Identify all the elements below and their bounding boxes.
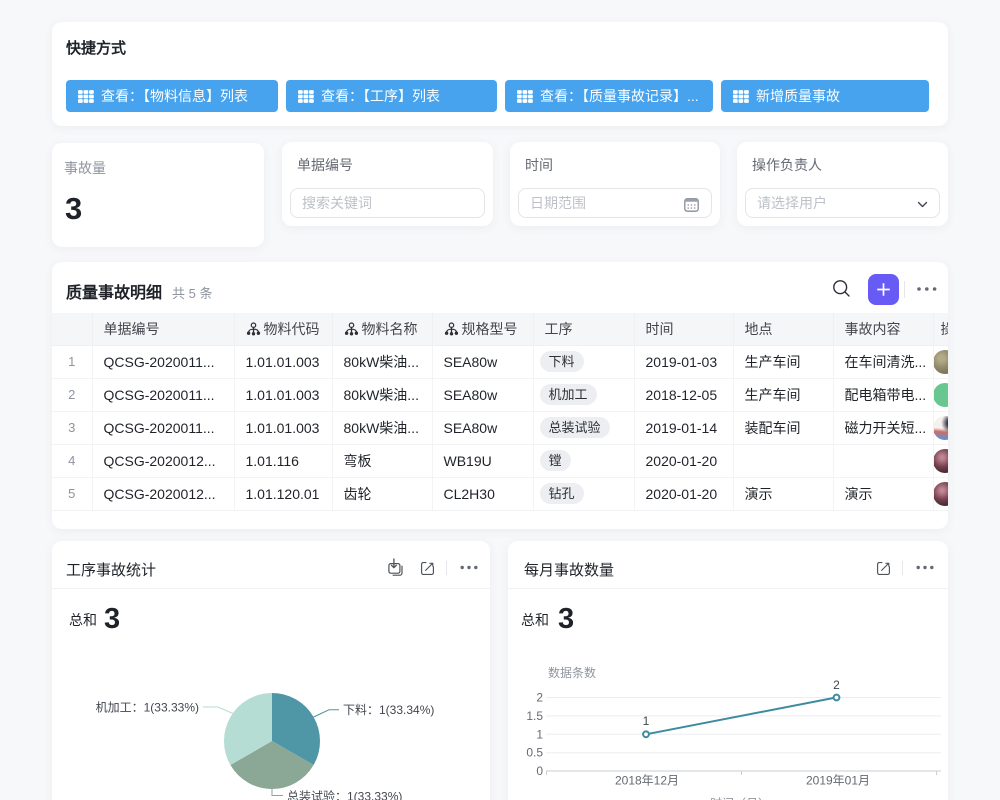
svg-text:1: 1 <box>536 727 543 741</box>
svg-text:1.5: 1.5 <box>526 709 543 723</box>
svg-text:机加工：1(33.33%): 机加工：1(33.33%) <box>96 701 199 715</box>
svg-text:下料：1(33.34%): 下料：1(33.34%) <box>343 703 434 717</box>
svg-text:1: 1 <box>643 714 650 728</box>
svg-text:数据条数: 数据条数 <box>548 665 596 680</box>
svg-text:时间（月）: 时间（月） <box>710 797 770 800</box>
svg-text:0: 0 <box>536 764 543 778</box>
svg-text:2018年12月: 2018年12月 <box>615 774 679 788</box>
svg-text:0.5: 0.5 <box>526 746 543 760</box>
svg-text:总装试验：1(33.33%): 总装试验：1(33.33%) <box>287 789 402 800</box>
svg-text:2019年01月: 2019年01月 <box>806 774 870 788</box>
svg-text:2: 2 <box>833 678 840 692</box>
svg-text:2: 2 <box>536 691 543 705</box>
